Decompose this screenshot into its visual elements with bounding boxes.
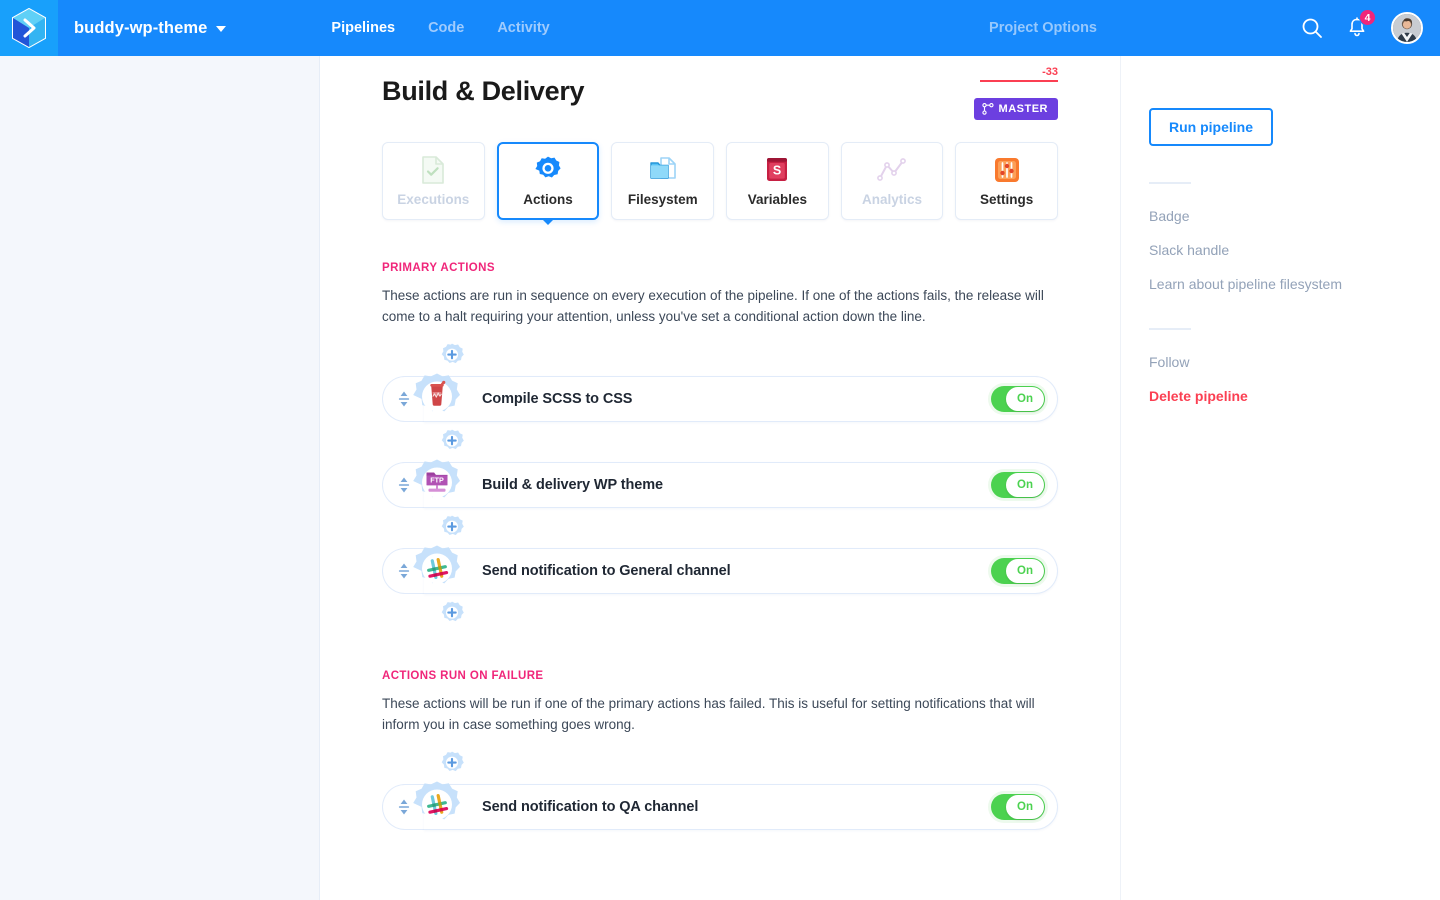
pipeline-header-meta: -33 MASTER bbox=[973, 66, 1058, 120]
dollar-book-icon: S bbox=[764, 155, 790, 185]
project-name-label: buddy-wp-theme bbox=[74, 18, 208, 37]
sidebar-link-badge[interactable]: Badge bbox=[1149, 208, 1440, 224]
project-switcher[interactable]: buddy-wp-theme bbox=[74, 18, 227, 38]
sidebar-link-follow[interactable]: Follow bbox=[1149, 354, 1440, 370]
active-tab-indicator bbox=[541, 218, 556, 225]
section-title: PRIMARY ACTIONS bbox=[382, 262, 495, 274]
action-toggle[interactable]: On bbox=[991, 471, 1045, 498]
sparkline-delta-label: -33 bbox=[1042, 66, 1058, 78]
action-row-body[interactable]: Send notification to QA channel On bbox=[424, 783, 1058, 830]
run-pipeline-button[interactable]: Run pipeline bbox=[1149, 108, 1273, 146]
tab-filesystem[interactable]: Filesystem bbox=[611, 142, 715, 220]
notification-count-badge: 4 bbox=[1359, 9, 1376, 26]
main-nav: Pipelines Code Activity bbox=[331, 20, 549, 36]
slack-icon bbox=[410, 544, 464, 598]
action-row-body[interactable]: Compile SCSS to CSS On bbox=[424, 375, 1058, 422]
add-action-plus-icon[interactable] bbox=[438, 342, 466, 370]
add-action-plus-icon[interactable] bbox=[438, 600, 466, 628]
sidebar-link-slack-handle[interactable]: Slack handle bbox=[1149, 242, 1440, 258]
action-row[interactable]: Send notification to QA channel On bbox=[382, 781, 1058, 830]
gulp-icon bbox=[410, 372, 464, 426]
avatar[interactable] bbox=[1391, 12, 1423, 44]
branch-icon bbox=[981, 103, 994, 115]
action-toggle[interactable]: On bbox=[991, 557, 1045, 584]
bell-icon[interactable]: 4 bbox=[1347, 9, 1376, 39]
add-action-row bbox=[382, 600, 1058, 628]
pipeline-header: Build & Delivery -33 MASTER bbox=[320, 56, 1120, 142]
left-rail bbox=[0, 56, 320, 900]
pipeline-main-panel: Build & Delivery -33 MASTER Executions A… bbox=[320, 56, 1120, 900]
ftp-icon: FTP bbox=[410, 458, 464, 512]
action-row-body[interactable]: Build & delivery WP theme On bbox=[424, 461, 1058, 508]
tab-label: Variables bbox=[747, 192, 808, 207]
sidebar-link-delete-pipeline[interactable]: Delete pipeline bbox=[1149, 388, 1440, 404]
pipeline-tabs: Executions Actions Filesystem S Variable… bbox=[320, 142, 1120, 225]
add-action-row bbox=[382, 342, 1058, 370]
add-action-plus-icon[interactable] bbox=[438, 750, 466, 778]
add-action-row bbox=[382, 750, 1058, 778]
toggle-state-label: On bbox=[1006, 386, 1044, 411]
action-row[interactable]: Send notification to General channel On bbox=[382, 545, 1058, 594]
tab-executions[interactable]: Executions bbox=[382, 142, 485, 220]
search-icon[interactable] bbox=[1301, 17, 1323, 39]
action-row[interactable]: FTP Build & delivery WP theme On bbox=[382, 459, 1058, 508]
action-toggle[interactable]: On bbox=[991, 793, 1045, 820]
section-title: ACTIONS RUN ON FAILURE bbox=[382, 669, 544, 682]
nav-link-code[interactable]: Code bbox=[428, 20, 464, 36]
add-action-row bbox=[382, 514, 1058, 542]
tab-label: Executions bbox=[397, 192, 470, 207]
svg-text:S: S bbox=[773, 164, 781, 178]
sparkline-trend-line bbox=[980, 80, 1058, 82]
nav-link-activity[interactable]: Activity bbox=[497, 20, 549, 36]
sidebar-divider bbox=[1149, 182, 1191, 184]
chevron-down-icon bbox=[216, 26, 227, 32]
sidebar-divider bbox=[1149, 328, 1191, 330]
tab-label: Analytics bbox=[862, 192, 923, 207]
add-action-plus-icon[interactable] bbox=[438, 514, 466, 542]
sidebar-link-learn-filesystem[interactable]: Learn about pipeline filesystem bbox=[1149, 276, 1440, 292]
failure-actions-list: Send notification to QA channel On bbox=[382, 750, 1058, 830]
toggle-state-label: On bbox=[1006, 558, 1044, 583]
section-description: These actions are run in sequence on eve… bbox=[382, 288, 1044, 324]
section-description: These actions will be run if one of the … bbox=[382, 695, 1035, 732]
add-action-row bbox=[382, 428, 1058, 456]
gear-icon bbox=[533, 155, 563, 185]
tab-label: Settings bbox=[980, 192, 1034, 207]
page-body: Build & Delivery -33 MASTER Executions A… bbox=[0, 56, 1440, 900]
files-icon bbox=[648, 155, 678, 185]
buddy-hexagon-logo[interactable] bbox=[0, 0, 58, 56]
toggle-state-label: On bbox=[1006, 472, 1044, 497]
project-options-link[interactable]: Project Options bbox=[989, 20, 1097, 36]
page-title: Build & Delivery bbox=[382, 76, 585, 106]
tab-settings[interactable]: Settings bbox=[955, 142, 1058, 220]
primary-actions-section: PRIMARY ACTIONS These actions are run in… bbox=[320, 262, 1120, 628]
pipeline-sidebar: Run pipeline Badge Slack handle Learn ab… bbox=[1120, 56, 1440, 900]
action-label: Send notification to General channel bbox=[482, 562, 731, 579]
nav-link-pipelines[interactable]: Pipelines bbox=[331, 20, 395, 36]
tab-analytics[interactable]: Analytics bbox=[840, 142, 944, 220]
action-row[interactable]: Compile SCSS to CSS On bbox=[382, 373, 1058, 422]
toggle-state-label: On bbox=[1006, 794, 1044, 819]
svg-text:FTP: FTP bbox=[430, 475, 444, 484]
top-bar-right-group: Project Options 4 bbox=[989, 9, 1440, 44]
action-label: Send notification to QA channel bbox=[482, 798, 699, 815]
primary-actions-list: Compile SCSS to CSS On FTP Build & deliv… bbox=[382, 342, 1058, 628]
sliders-icon bbox=[993, 155, 1021, 185]
branch-name-label: MASTER bbox=[998, 103, 1048, 115]
status-badge[interactable]: MASTER bbox=[973, 98, 1058, 120]
top-navigation-bar: buddy-wp-theme Pipelines Code Activity P… bbox=[0, 0, 1440, 56]
action-row-body[interactable]: Send notification to General channel On bbox=[424, 547, 1058, 594]
slack-icon bbox=[410, 780, 464, 834]
add-action-plus-icon[interactable] bbox=[438, 428, 466, 456]
tab-variables[interactable]: S Variables bbox=[726, 142, 829, 220]
tab-actions[interactable]: Actions bbox=[496, 142, 600, 225]
line-chart-icon bbox=[877, 155, 907, 185]
action-label: Compile SCSS to CSS bbox=[482, 390, 633, 407]
tab-label: Filesystem bbox=[627, 192, 698, 207]
action-toggle[interactable]: On bbox=[991, 385, 1045, 412]
tab-label: Actions bbox=[523, 192, 573, 207]
action-label: Build & delivery WP theme bbox=[482, 476, 663, 493]
document-check-icon bbox=[420, 155, 446, 185]
failure-actions-section: ACTIONS RUN ON FAILURE These actions wil… bbox=[320, 670, 1120, 830]
